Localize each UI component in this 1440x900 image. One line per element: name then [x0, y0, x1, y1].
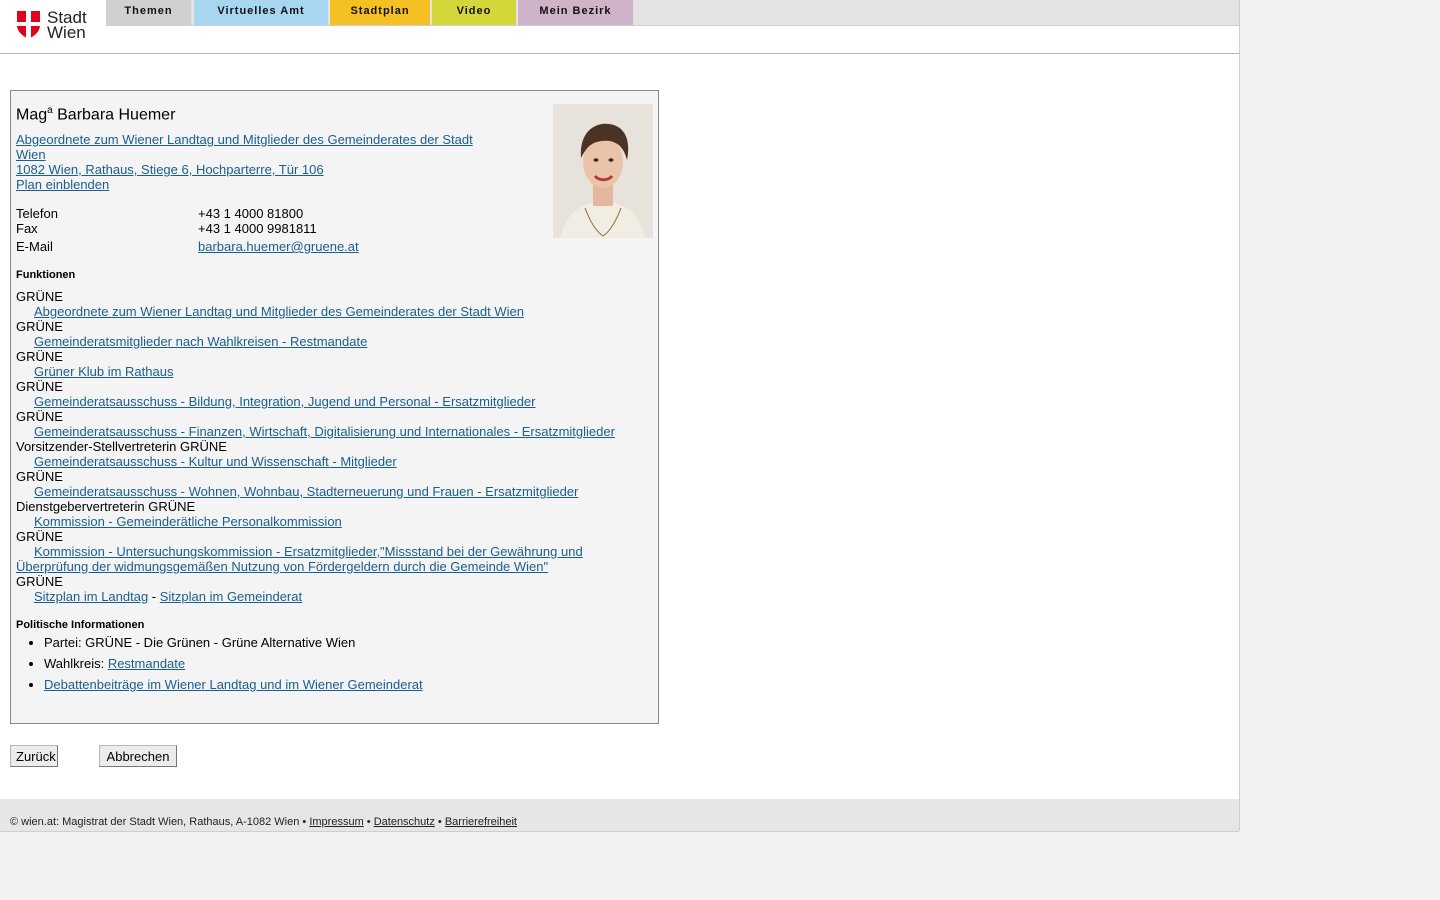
- function-link[interactable]: Gemeinderatsausschuss - Finanzen, Wirtsc…: [16, 424, 646, 439]
- name-text: Barbara Huemer: [52, 106, 176, 124]
- function-item: GRÜNE Gemeinderatsausschuss - Wohnen, Woh…: [16, 469, 646, 499]
- function-org: GRÜNE: [16, 409, 63, 424]
- role-link-line1: Abgeordnete zum Wiener Landtag und Mitgl…: [16, 132, 473, 147]
- function-item: GRÜNE Grüner Klub im Rathaus: [16, 349, 646, 379]
- back-button[interactable]: Zurück: [10, 745, 58, 767]
- person-card: Maga Barbara Huemer Abgeordnete zum Wien…: [10, 90, 659, 724]
- role-link[interactable]: Abgeordnete zum Wiener Landtag und Mitgl…: [16, 132, 473, 162]
- address-link[interactable]: 1082 Wien, Rathaus, Stiege 6, Hochparter…: [16, 162, 324, 177]
- nav-tab-stadtplan[interactable]: Stadtplan: [330, 0, 430, 25]
- email-link[interactable]: barbara.huemer@gruene.at: [198, 239, 359, 254]
- seat-plan-landtag-link[interactable]: Sitzplan im Landtag: [34, 589, 148, 604]
- function-org: Vorsitzender-Stellvertreterin GRÜNE: [16, 439, 227, 454]
- function-item: GRÜNE Gemeinderatsausschuss - Bildung, In…: [16, 379, 646, 409]
- seat-separator: -: [148, 589, 160, 604]
- page: Stadt Wien Themen Virtuelles Amt Stadtpl…: [0, 0, 1240, 832]
- party-item: Partei: GRÜNE - Die Grünen - Grüne Alter…: [44, 635, 423, 650]
- function-item: GRÜNE Gemeinderatsausschuss - Finanzen, W…: [16, 409, 646, 439]
- function-org: GRÜNE: [16, 469, 63, 484]
- fax-label: Fax: [16, 221, 38, 236]
- debates-item: Debattenbeiträge im Wiener Landtag und i…: [44, 677, 423, 692]
- datenschutz-link[interactable]: Datenschutz: [374, 816, 435, 828]
- nav-tab-video[interactable]: Video: [432, 0, 516, 25]
- main-navigation: Themen Virtuelles Amt Stadtplan Video Me…: [106, 0, 1239, 26]
- function-org: GRÜNE: [16, 289, 63, 304]
- debates-link[interactable]: Debattenbeiträge im Wiener Landtag und i…: [44, 677, 423, 692]
- function-link[interactable]: Grüner Klub im Rathaus: [16, 364, 646, 379]
- political-info-list: Partei: GRÜNE - Die Grünen - Grüne Alter…: [16, 635, 423, 698]
- function-item: Vorsitzender-Stellvertreterin GRÜNE Gemei…: [16, 439, 646, 469]
- function-org: Dienstgebervertreterin GRÜNE: [16, 499, 196, 514]
- function-link[interactable]: Gemeinderatsausschuss - Wohnen, Wohnbau,…: [16, 484, 646, 499]
- logo-text: Stadt Wien: [47, 9, 87, 42]
- district-item: Wahlkreis: Restmandate: [44, 656, 423, 671]
- footer-text: © wien.at: Magistrat der Stadt Wien, Rat…: [10, 816, 517, 828]
- title-prefix: Mag: [16, 106, 48, 124]
- phone-label: Telefon: [16, 206, 58, 221]
- function-link[interactable]: Gemeinderatsausschuss - Kultur und Wisse…: [16, 454, 646, 469]
- political-info-title: Politische Informationen: [16, 619, 145, 631]
- function-link[interactable]: Kommission - Gemeinderätliche Personalko…: [16, 514, 646, 529]
- show-map-link[interactable]: Plan einblenden: [16, 177, 109, 192]
- role-link-line2: Wien: [16, 147, 46, 162]
- person-photo: [553, 104, 653, 238]
- stadt-wien-logo[interactable]: Stadt Wien: [17, 9, 97, 42]
- functions-title: Funktionen: [16, 269, 76, 281]
- site-footer: © wien.at: Magistrat der Stadt Wien, Rat…: [0, 799, 1239, 832]
- wien-shield-icon: [17, 11, 40, 39]
- impressum-link[interactable]: Impressum: [309, 816, 363, 828]
- function-item: GRÜNE Abgeordnete zum Wiener Landtag und …: [16, 289, 646, 319]
- function-link[interactable]: Kommission - Untersuchungskommission - E…: [16, 544, 583, 574]
- logo-text-line2: Wien: [47, 23, 86, 42]
- footer-separator: •: [434, 816, 445, 828]
- email-label: E-Mail: [16, 239, 53, 254]
- nav-tab-virtuelles-amt[interactable]: Virtuelles Amt: [194, 0, 328, 25]
- function-item: Dienstgebervertreterin GRÜNE Kommission -…: [16, 499, 646, 529]
- fax-value: +43 1 4000 9981811: [198, 221, 317, 236]
- function-item: GRÜNE Kommission - Untersuchungskommissio…: [16, 529, 596, 574]
- portrait-image: [553, 104, 653, 238]
- function-link[interactable]: Gemeinderatsmitglieder nach Wahlkreisen …: [16, 334, 646, 349]
- function-org: GRÜNE: [16, 529, 63, 544]
- function-org: GRÜNE: [16, 319, 63, 334]
- barrierefreiheit-link[interactable]: Barrierefreiheit: [445, 816, 517, 828]
- nav-tab-mein-bezirk[interactable]: Mein Bezirk: [518, 0, 633, 25]
- person-name: Maga Barbara Huemer: [16, 105, 175, 124]
- seat-plans: Sitzplan im Landtag - Sitzplan im Gemein…: [16, 589, 646, 604]
- nav-tab-themen[interactable]: Themen: [106, 0, 191, 25]
- function-org: GRÜNE: [16, 349, 63, 364]
- footer-separator: •: [363, 816, 374, 828]
- function-org: GRÜNE: [16, 379, 63, 394]
- function-item: GRÜNE Gemeinderatsmitglieder nach Wahlkre…: [16, 319, 646, 349]
- phone-value: +43 1 4000 81800: [198, 206, 304, 221]
- cancel-button[interactable]: Abbrechen: [99, 745, 177, 767]
- function-link[interactable]: Gemeinderatsausschuss - Bildung, Integra…: [16, 394, 646, 409]
- copyright-text: © wien.at: Magistrat der Stadt Wien, Rat…: [10, 816, 310, 828]
- function-org: GRÜNE: [16, 574, 63, 589]
- site-header: Stadt Wien Themen Virtuelles Amt Stadtpl…: [0, 0, 1239, 54]
- function-link[interactable]: Abgeordnete zum Wiener Landtag und Mitgl…: [16, 304, 646, 319]
- seat-plan-gemeinderat-link[interactable]: Sitzplan im Gemeinderat: [160, 589, 302, 604]
- district-label: Wahlkreis:: [44, 656, 108, 671]
- district-link[interactable]: Restmandate: [108, 656, 185, 671]
- function-item: GRÜNE Sitzplan im Landtag - Sitzplan im …: [16, 574, 646, 604]
